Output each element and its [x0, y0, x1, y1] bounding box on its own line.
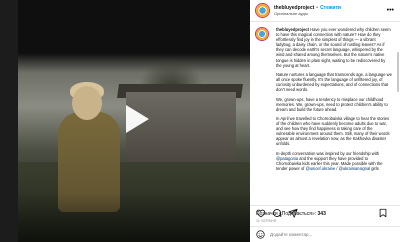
- caption-paragraph-4: In April we travelled to Chornobaivka vi…: [276, 115, 390, 147]
- comment-bar: [250, 226, 400, 242]
- header-separator: •: [316, 4, 319, 11]
- video-player[interactable]: [18, 0, 250, 242]
- post-panel: thebluyedproject • Стежити Оригінальне а…: [250, 0, 400, 242]
- post-date: 11 ЧЕРВНЯ: [256, 219, 277, 223]
- likes-number: 343: [317, 211, 326, 217]
- caption-scrollbar[interactable]: [397, 52, 399, 92]
- caption-paragraph-2: Nature nurtures a language that transcen…: [276, 71, 392, 93]
- caption-text-part: girls: [370, 166, 379, 171]
- more-horizontal-icon[interactable]: •••: [387, 7, 394, 14]
- play-button[interactable]: [122, 104, 152, 134]
- post-header: thebluyedproject • Стежити Оригінальне а…: [250, 0, 400, 22]
- likes-label: Позначки «Подобається»:: [256, 211, 318, 217]
- header-username[interactable]: thebluyedproject: [274, 5, 314, 11]
- header-line: thebluyedproject • Стежити: [274, 4, 341, 11]
- left-margin: [0, 0, 18, 242]
- video-shadow: [18, 192, 250, 242]
- caption-paragraph: thebluyedproject Have you ever wondered …: [276, 27, 392, 68]
- likes-count[interactable]: Позначки «Подобається»: 343: [256, 211, 326, 217]
- caption-area: thebluyedproject Have you ever wondered …: [250, 22, 400, 205]
- caption-paragraph-3: We, grown-ups, have a tendency to mispla…: [276, 96, 388, 112]
- video-person-head: [72, 86, 102, 120]
- caption-avatar[interactable]: [256, 28, 268, 40]
- caption-paragraph-1: Have you ever wondered why children seem…: [276, 27, 391, 68]
- original-audio-link[interactable]: Оригінальне аудіо: [274, 11, 341, 16]
- bookmark-icon[interactable]: [378, 208, 388, 218]
- mention-unicef[interactable]: @unicef.ukraine: [306, 166, 336, 171]
- play-icon: [126, 105, 149, 133]
- profile-avatar[interactable]: [256, 4, 269, 17]
- caption-text: thebluyedproject Have you ever wondered …: [276, 27, 392, 171]
- follow-button[interactable]: Стежити: [320, 5, 341, 11]
- caption-paragraph-5: In-depth conversation was inspired by ou…: [276, 151, 392, 171]
- smiley-icon[interactable]: [256, 230, 265, 239]
- comment-input[interactable]: [270, 232, 370, 237]
- mention-ukrainiansignal[interactable]: @ukrainiansignal: [339, 166, 370, 171]
- header-text: thebluyedproject • Стежити Оригінальне а…: [274, 4, 341, 16]
